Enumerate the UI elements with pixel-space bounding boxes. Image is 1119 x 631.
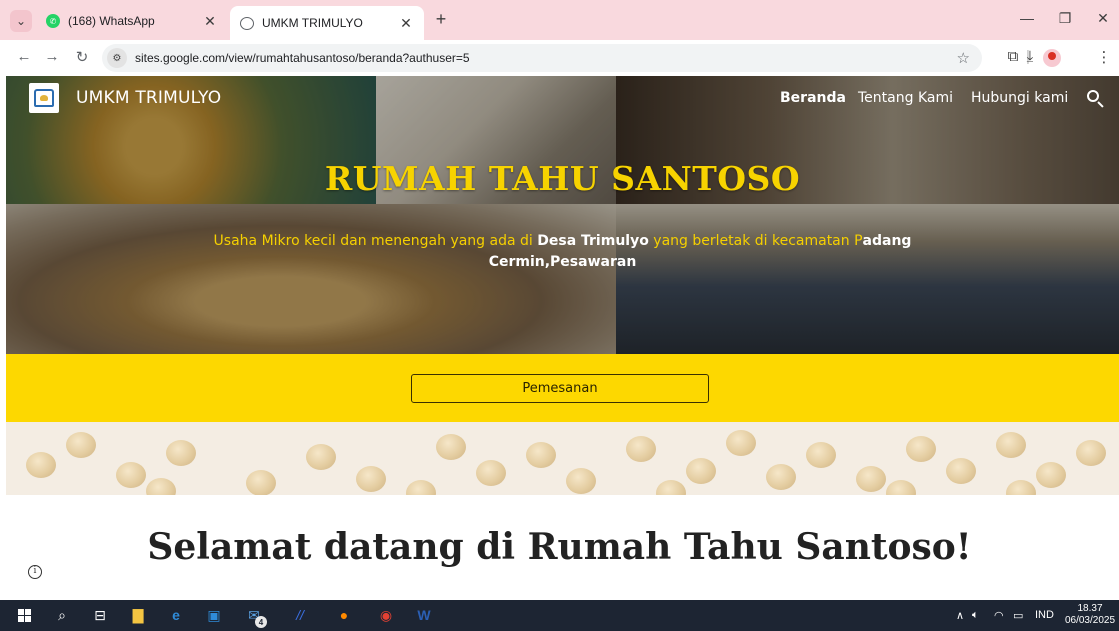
whatsapp-icon: ✆ [46,14,60,28]
back-icon[interactable]: ← [14,48,34,65]
soybean-graphic [476,460,506,486]
restore-icon[interactable]: ❐ [1050,10,1080,27]
welcome-heading: Selamat datang di Rumah Tahu Santoso! [147,526,972,568]
soybean-graphic [116,462,146,488]
soybean-graphic [726,430,756,456]
soybeans-banner [6,422,1119,495]
notification-badge: 4 [255,616,267,628]
app-slash-icon[interactable]: // [290,605,310,625]
profile-avatar[interactable] [1043,49,1061,67]
soybean-graphic [766,464,796,490]
soybean-graphic [1076,440,1106,466]
soybean-graphic [436,434,466,460]
clock-date: 06/03/2025 [1064,615,1116,626]
soybean-graphic [146,478,176,495]
info-icon[interactable]: i [28,565,42,579]
soybean-graphic [26,452,56,478]
soybean-graphic [1006,480,1036,495]
globe-icon [240,16,254,30]
soybean-graphic [566,468,596,494]
edge-icon[interactable]: e [166,605,186,625]
soybean-graphic [886,480,916,495]
soybean-graphic [626,436,656,462]
nav-hubungi-kami[interactable]: Hubungi kami [971,90,1068,106]
firefox-icon[interactable]: ● [334,605,354,625]
word-icon[interactable]: W [414,605,434,625]
site-title[interactable]: UMKM TRIMULYO [76,88,221,108]
search-icon[interactable]: ⌕ [52,605,72,625]
language-indicator[interactable]: IND [1035,609,1054,621]
wifi-icon[interactable]: ◠ [994,609,1004,622]
minimize-icon[interactable]: — [1012,10,1042,26]
tab-umkm-trimulyo[interactable]: UMKM TRIMULYO ✕ [230,6,424,40]
nav-tentang-kami[interactable]: Tentang Kami [858,90,953,106]
soybean-graphic [906,436,936,462]
soybean-graphic [996,432,1026,458]
soybean-graphic [356,466,386,492]
chevron-down-icon: ⌄ [15,14,27,28]
new-tab-button[interactable]: + [430,9,452,30]
windows-taskbar: ⌕ ⊟ ▇ e ▣ ✉ 4 // ● ◉ W ∧ 🔈︎ ◠ ▭ IND 18.3… [0,600,1119,631]
soybean-graphic [856,466,886,492]
site-logo[interactable] [29,83,59,113]
bookmark-star-icon[interactable]: ☆ [957,49,970,67]
close-icon[interactable]: ✕ [202,13,218,30]
task-view-icon[interactable]: ⊟ [90,605,110,625]
address-bar[interactable]: ⚙ sites.google.com/view/rumahtahusantoso… [102,44,982,72]
hero-subtitle: Usaha Mikro kecil dan menengah yang ada … [213,233,912,270]
cta-band: Pemesanan [6,354,1119,422]
nav-beranda[interactable]: Beranda [780,90,846,106]
tab-whatsapp[interactable]: ✆ (168) WhatsApp ✕ [36,6,228,36]
site-header: UMKM TRIMULYO Beranda Tentang Kami Hubun… [6,76,1119,122]
soybean-graphic [686,458,716,484]
soybean-graphic [656,480,686,495]
soybean-graphic [306,444,336,470]
soybean-graphic [946,458,976,484]
download-icon[interactable]: ⤓ [1020,48,1040,65]
file-explorer-icon[interactable]: ▇ [128,605,148,625]
close-icon[interactable]: ✕ [398,15,414,32]
tab-title: UMKM TRIMULYO [262,16,363,30]
menu-kebab-icon[interactable]: ⋮ [1094,48,1114,66]
house-logo-icon [34,89,54,107]
tray-chevron-icon[interactable]: ∧ [956,609,964,622]
hero-section: UMKM TRIMULYO Beranda Tentang Kami Hubun… [6,76,1119,354]
url-text: sites.google.com/view/rumahtahusantoso/b… [135,51,470,65]
browser-tab-bar: ⌄ ✆ (168) WhatsApp ✕ UMKM TRIMULYO ✕ + —… [0,0,1119,40]
soybean-graphic [806,442,836,468]
browser-toolbar: ← → ↻ ⚙ sites.google.com/view/rumahtahus… [0,40,1119,76]
store-icon[interactable]: ▣ [204,605,224,625]
windows-start-icon[interactable] [14,605,34,625]
reload-icon[interactable]: ↻ [72,48,92,66]
soybean-graphic [66,432,96,458]
system-clock[interactable]: 18.37 06/03/2025 [1063,603,1117,627]
pemesanan-button[interactable]: Pemesanan [411,374,709,403]
tab-search-button[interactable]: ⌄ [10,10,32,32]
site-info-icon[interactable]: ⚙ [107,48,127,68]
soybean-graphic [526,442,556,468]
forward-icon[interactable]: → [42,48,62,65]
soybean-graphic [1036,462,1066,488]
volume-icon[interactable]: 🔈︎ [972,609,979,622]
chrome-icon[interactable]: ◉ [376,605,396,625]
soybean-graphic [166,440,196,466]
window-close-icon[interactable]: ✕ [1088,10,1118,27]
tab-title: (168) WhatsApp [68,14,155,28]
soybean-graphic [406,480,436,495]
battery-icon[interactable]: ▭ [1013,609,1023,622]
clock-time: 18.37 [1077,603,1103,614]
soybean-graphic [246,470,276,495]
hero-title: RUMAH TAHU SANTOSO [324,159,801,198]
search-icon[interactable] [1085,88,1107,110]
